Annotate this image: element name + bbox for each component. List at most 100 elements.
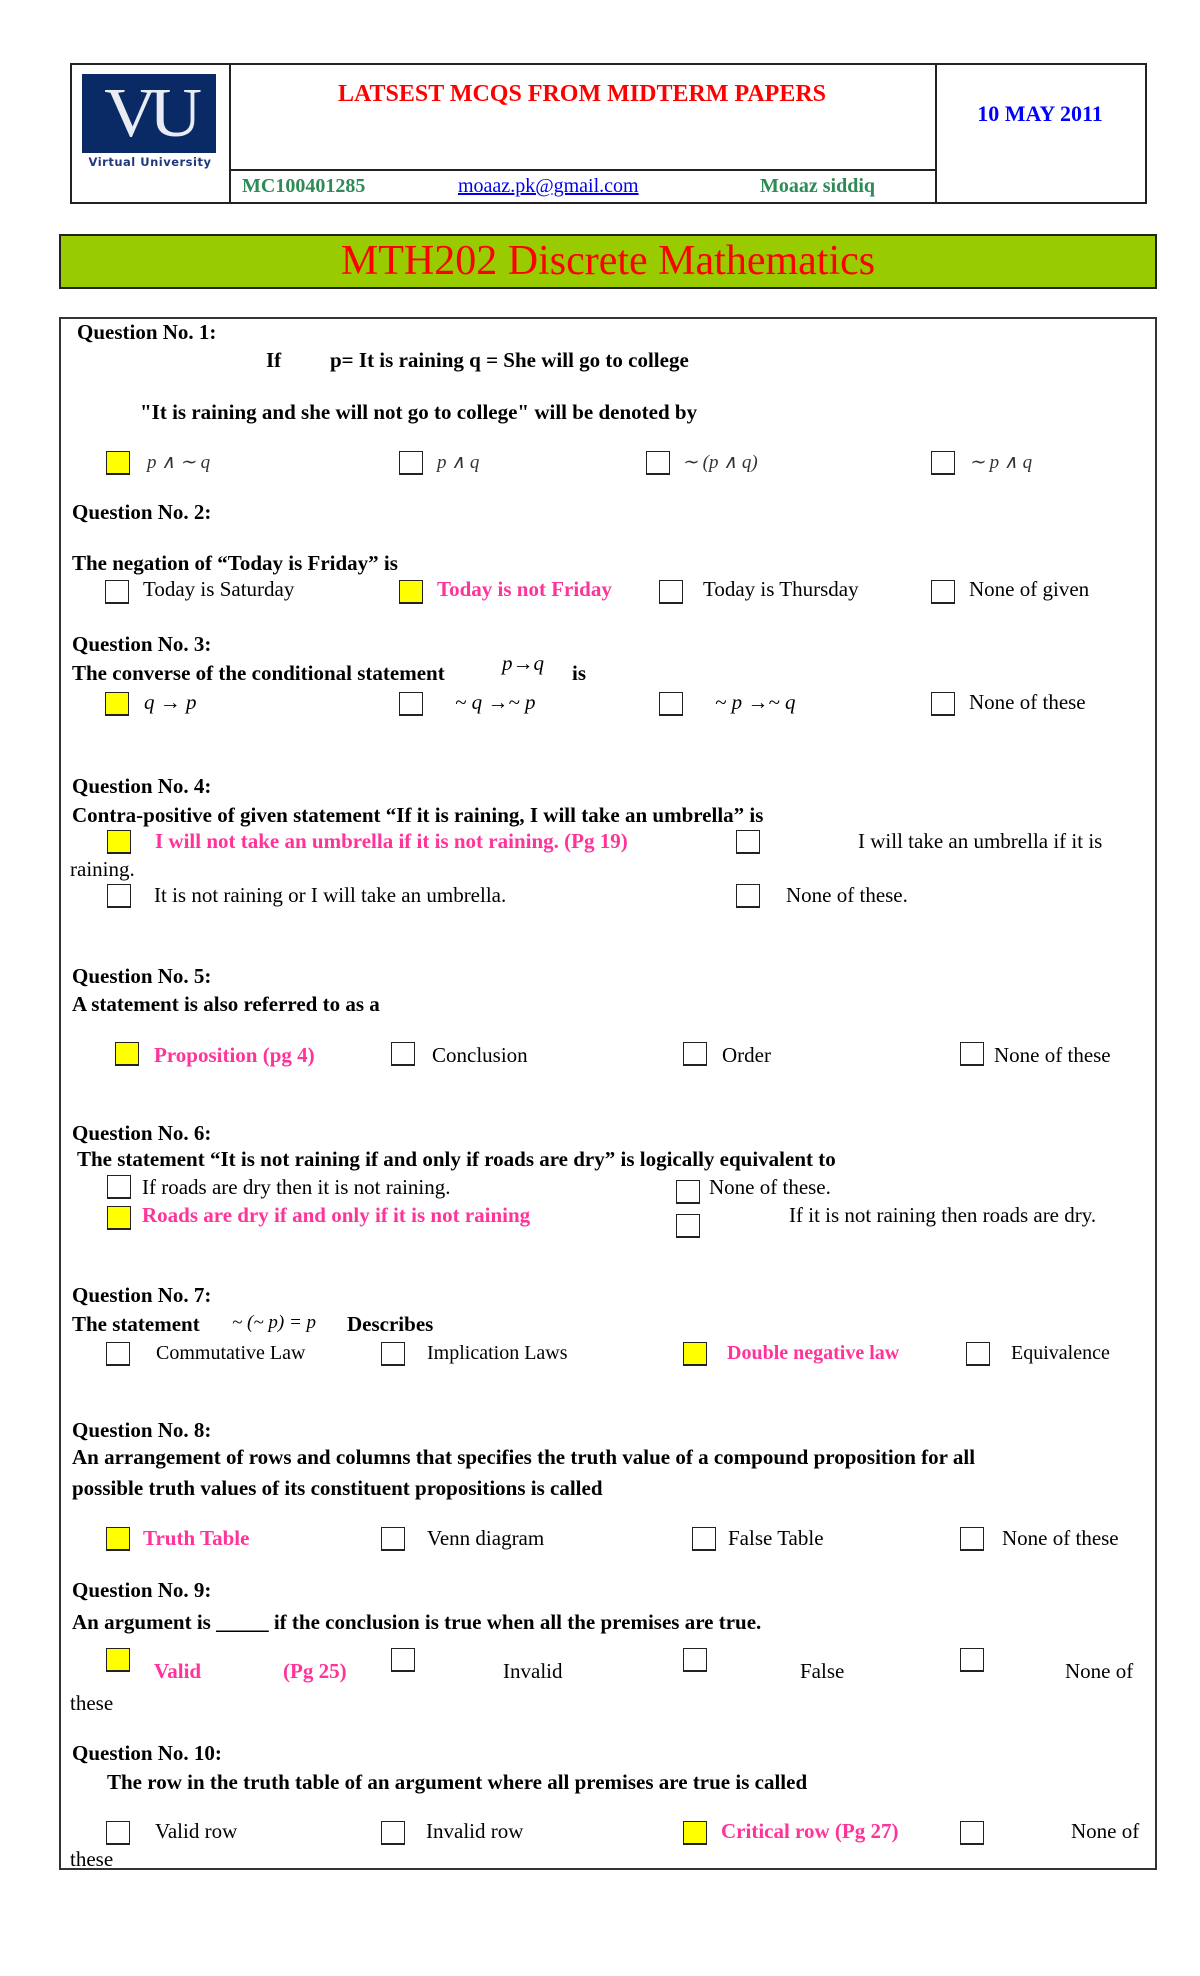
header-date: 10 MAY 2011 [977, 101, 1103, 126]
question-title: Question No. 7: [72, 1283, 212, 1307]
header-divider [935, 65, 937, 202]
question-math: ~ (~ p) = p [232, 1312, 317, 1333]
question-title: Question No. 5: [72, 964, 212, 988]
option-checkbox[interactable] [966, 1342, 990, 1366]
option-label: Order [722, 1043, 771, 1067]
option-label: None of these [969, 690, 1086, 714]
option-checkbox[interactable] [683, 1042, 707, 1066]
option-checkbox[interactable] [676, 1180, 700, 1204]
option-checkbox[interactable] [391, 1042, 415, 1066]
option-checkbox[interactable] [107, 1206, 131, 1230]
option-label: If roads are dry then it is not raining. [142, 1175, 451, 1199]
option-label: Invalid [503, 1659, 563, 1683]
option-checkbox[interactable] [692, 1527, 716, 1551]
option-label: Valid row [155, 1819, 238, 1843]
option-label: Venn diagram [427, 1526, 545, 1550]
option-checkbox[interactable] [676, 1214, 700, 1238]
option-checkbox[interactable] [646, 451, 670, 475]
option-checkbox[interactable] [683, 1648, 707, 1672]
option-checkbox[interactable] [106, 1821, 130, 1845]
author-name: Moaaz siddiq [760, 175, 876, 197]
option-label: False [800, 1659, 845, 1683]
option-label: If it is not raining then roads are dry. [789, 1203, 1097, 1227]
option-label: p ∧ q [437, 452, 480, 473]
question-title: Question No. 3: [72, 632, 212, 656]
option-label: Implication Laws [427, 1342, 568, 1364]
question-text: An arrangement of rows and columns that … [72, 1445, 976, 1469]
option-label: Today is Thursday [703, 577, 859, 601]
option-checkbox[interactable] [106, 1648, 130, 1672]
option-checkbox[interactable] [105, 580, 129, 604]
option-checkbox[interactable] [107, 1175, 131, 1199]
option-checkbox[interactable] [399, 451, 423, 475]
option-checkbox[interactable] [107, 830, 131, 854]
option-label: None of these [994, 1043, 1111, 1067]
option-checkbox[interactable] [960, 1821, 984, 1845]
option-label: p ∧ ∼ q [147, 452, 211, 473]
question-text: The statement [72, 1312, 200, 1336]
email-link[interactable]: moaaz.pk@gmail.com [458, 175, 639, 198]
question-text: The row in the truth table of an argumen… [107, 1770, 808, 1794]
question-title: Question No. 4: [72, 774, 212, 798]
option-label-continued: these [70, 1847, 114, 1871]
header-title: LATSEST MCQS FROM MIDTERM PAPERS [337, 81, 827, 107]
option-label: Today is not Friday [437, 577, 612, 601]
option-label: Equivalence [1011, 1342, 1110, 1364]
option-checkbox[interactable] [106, 1527, 130, 1551]
option-checkbox[interactable] [960, 1042, 984, 1066]
option-page-ref: (Pg 25) [283, 1659, 347, 1683]
option-checkbox[interactable] [659, 580, 683, 604]
option-checkbox[interactable] [683, 1342, 707, 1366]
option-label: None of these [1002, 1526, 1119, 1550]
option-label: False Table [728, 1526, 824, 1550]
question-title: Question No. 9: [72, 1578, 212, 1602]
option-label: I will not take an umbrella if it is not… [155, 829, 628, 853]
option-checkbox[interactable] [736, 830, 760, 854]
question-text: possible truth values of its constituent… [72, 1476, 603, 1500]
question-title: Question No. 2: [72, 500, 212, 524]
option-label: Conclusion [432, 1043, 528, 1067]
option-checkbox[interactable] [107, 884, 131, 908]
option-label-continued: these [70, 1691, 114, 1715]
option-checkbox[interactable] [659, 692, 683, 716]
question-text: Contra-positive of given statement “If i… [72, 803, 764, 827]
option-checkbox[interactable] [381, 1527, 405, 1551]
option-checkbox[interactable] [115, 1042, 139, 1066]
option-checkbox[interactable] [399, 580, 423, 604]
vu-logo-caption: Virtual University [88, 155, 212, 169]
option-checkbox[interactable] [106, 1342, 130, 1366]
option-checkbox[interactable] [683, 1821, 707, 1845]
option-checkbox[interactable] [931, 580, 955, 604]
option-checkbox[interactable] [391, 1648, 415, 1672]
option-checkbox[interactable] [931, 451, 955, 475]
question-text: is [572, 661, 587, 685]
document-header: VU Virtual University LATSEST MCQS FROM … [70, 63, 1147, 204]
option-checkbox[interactable] [736, 884, 760, 908]
option-label: Proposition (pg 4) [154, 1043, 315, 1067]
option-checkbox[interactable] [960, 1648, 984, 1672]
option-label: Double negative law [727, 1342, 900, 1364]
question-text: An argument is _____ if the conclusion i… [72, 1610, 762, 1634]
option-checkbox[interactable] [931, 692, 955, 716]
option-checkbox[interactable] [399, 692, 423, 716]
option-checkbox[interactable] [106, 451, 130, 475]
option-checkbox[interactable] [381, 1821, 405, 1845]
option-checkbox[interactable] [105, 692, 129, 716]
option-label-continued: raining. [70, 857, 135, 881]
question-text: The converse of the conditional statemen… [72, 661, 445, 685]
option-checkbox[interactable] [960, 1527, 984, 1551]
option-label: ∼ p ∧ q [969, 452, 1033, 473]
option-checkbox[interactable] [381, 1342, 405, 1366]
option-label: Valid [154, 1659, 202, 1683]
question-title: Question No. 8: [72, 1418, 212, 1442]
student-id: MC100401285 [242, 175, 366, 197]
option-label: q → p [144, 690, 197, 714]
option-label: ~ p →~ q [715, 690, 796, 714]
option-label: Invalid row [426, 1819, 524, 1843]
question-text: A statement is also referred to as a [72, 992, 380, 1016]
option-label: Today is Saturday [143, 577, 295, 601]
header-divider [229, 169, 935, 171]
question-text: If [266, 348, 282, 372]
option-label: Commutative Law [156, 1342, 306, 1364]
course-title-banner: MTH202 Discrete Mathematics [59, 234, 1157, 289]
